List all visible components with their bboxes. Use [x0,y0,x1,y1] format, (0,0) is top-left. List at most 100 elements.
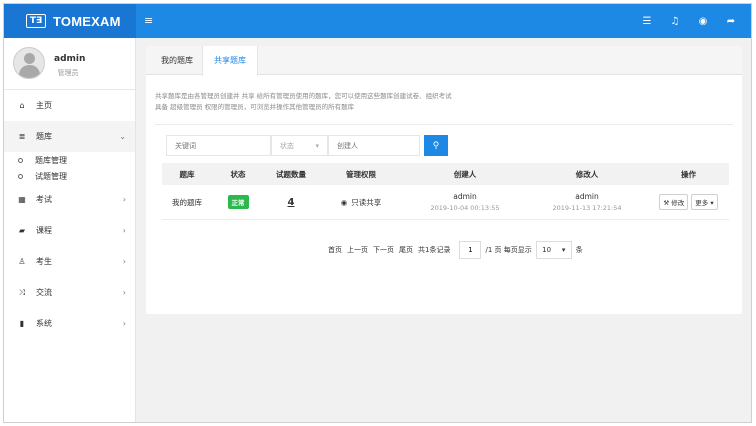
sidebar-item-label: 课程 [36,226,52,235]
pagination: 首页 上一页 下一页 尾页 共1条记录 /1 页 每页显示 10 ▾ 条 [328,240,583,260]
sidebar-subitem-question-manage[interactable]: 试题管理 [4,168,135,184]
list-icon[interactable]: ☰ [641,16,653,27]
created-at: 2019-10-04 00:13:55 [430,204,500,212]
page-size-unit: 条 [575,246,583,254]
tab-shared-banks[interactable]: 共享题库 [202,46,258,76]
shuffle-icon: ⤨ [18,287,26,297]
cell-permission: ◉ 只读共享 [318,185,404,219]
pages-text: /1 页 每页显示 [485,246,532,254]
eye-icon: ◉ [340,197,348,207]
permission: ◉ 只读共享 [341,197,382,208]
modifier-name: admin [575,192,599,201]
cell-modifier: admin 2019-11-13 17:21:54 [526,185,648,219]
permission-label: 只读共享 [351,197,382,207]
user-profile: admin 管理员 [4,38,135,90]
avatar[interactable] [13,47,45,79]
next-page-link[interactable]: 下一页 [373,245,394,255]
chevron-right-icon: › [122,257,126,266]
divider [155,124,733,125]
top-bar: T∃ TOMEXAM ≡ ☰ ♫ ◉ ➦ [4,4,751,38]
table-row: 我的题库 正常 4 ◉ 只读共享 admin 2019-10-04 00:13:… [162,185,729,220]
page-size-select[interactable]: 10 ▾ [535,241,572,259]
search-icon: ⚲ [432,140,440,150]
caret-down-icon: ▾ [315,141,319,150]
sidebar-item-examinee[interactable]: ♙ 考生 › [4,246,135,277]
chevron-right-icon: › [122,319,126,328]
avatar-body [19,65,40,78]
sidebar-item-label: 系统 [36,319,52,328]
cell-actions: ⚒ 修改 更多 ▾ [648,185,729,219]
home-icon: ⌂ [19,101,25,110]
page-size-value: 10 [542,246,552,254]
caret-down-icon: ▾ [710,199,714,207]
sidebar: admin 管理员 ⌂ 主页 ≣ 题库 ⌄ 题库管理 试题管理 ▦ 考试 › ▰… [4,38,136,422]
modified-at: 2019-11-13 17:21:54 [552,204,622,212]
header-status: 状态 [230,169,246,179]
sidebar-item-course[interactable]: ▰ 课程 › [4,215,135,246]
user-name: admin [54,54,86,64]
sidebar-item-label: 考生 [36,257,52,266]
header-permission: 管理权限 [346,169,376,179]
more-button[interactable]: 更多 ▾ [691,194,718,210]
sidebar-subitem-label: 题库管理 [35,155,67,165]
circle-icon [18,157,23,163]
cell-creator: admin 2019-10-04 00:13:55 [404,185,526,219]
search-bar: 状态 ▾ ⚲ [166,135,448,156]
header-actions: 操作 [681,169,696,179]
cell-count: 4 [264,185,318,219]
cell-status: 正常 [212,185,264,219]
sidebar-subitem-bank-manage[interactable]: 题库管理 [4,152,135,168]
user-circle-icon[interactable]: ◉ [697,16,709,27]
book-icon: ▰ [18,226,26,235]
first-page-link[interactable]: 首页 [328,245,342,255]
sidebar-item-question-bank[interactable]: ≣ 题库 ⌄ [4,121,135,152]
header-creator: 创建人 [453,169,477,179]
sidebar-item-label: 题库 [36,132,52,141]
user-role: 管理员 [57,69,79,77]
sidebar-item-exam[interactable]: ▦ 考试 › [4,184,135,215]
header-bank: 题库 [179,169,195,179]
main-panel: 我的题库 共享题库 共享题库是由各管理员创建并 共享 给所有管理员使用的题库，您… [146,46,742,314]
total-records: 共1条记录 [418,246,451,254]
bell-icon[interactable]: ♫ [669,16,681,27]
page-number-input[interactable] [459,241,482,259]
app-frame: T∃ TOMEXAM ≡ ☰ ♫ ◉ ➦ admin 管理员 ⌂ 主页 ≣ 题库 [3,3,752,423]
bars-icon[interactable]: ≡ [144,14,153,27]
cylinder-icon: ▮ [19,319,25,328]
tab-bar: 我的题库 共享题库 [146,46,742,76]
sidebar-item-home[interactable]: ⌂ 主页 [4,90,135,121]
sign-out-icon[interactable]: ➦ [725,16,737,27]
sidebar-item-system[interactable]: ▮ 系统 › [4,308,135,339]
caret-down-icon: ▾ [561,246,566,254]
chevron-right-icon: › [122,288,126,297]
description: 共享题库是由各管理员创建并 共享 给所有管理员使用的题库，您可以使用这些题库创建… [155,91,555,113]
brand[interactable]: T∃ TOMEXAM [4,4,136,38]
sidebar-item-exchange[interactable]: ⤨ 交流 › [4,277,135,308]
status-select-label: 状态 [280,141,294,150]
avatar-head [24,53,35,64]
top-icons: ☰ ♫ ◉ ➦ [641,4,737,38]
edit-button[interactable]: ⚒ 修改 [659,194,689,210]
header-modifier: 修改人 [575,169,599,179]
tab-my-banks[interactable]: 我的题库 [150,46,204,75]
database-icon: ≣ [18,132,26,141]
chevron-right-icon: › [122,195,126,204]
status-select[interactable]: 状态 ▾ [271,135,328,156]
logo-icon: T∃ [26,14,46,28]
cell-bank-name: 我的题库 [172,197,202,207]
header-count: 试题数量 [276,169,306,179]
sidebar-subitem-label: 试题管理 [35,171,67,181]
sidebar-item-label: 交流 [36,288,52,297]
description-line-1: 共享题库是由各管理员创建并 共享 给所有管理员使用的题库，您可以使用这些题库创建… [155,92,452,100]
creator-input[interactable] [328,135,420,156]
wrench-icon: ⚒ [663,199,670,207]
table-header: 题库 状态 试题数量 管理权限 创建人 修改人 操作 [162,163,729,185]
question-count-link[interactable]: 4 [288,197,295,208]
description-line-2: 具备 超级管理员 权限的管理员，可浏览并操作其他管理员的所有题库 [155,103,355,111]
search-button[interactable]: ⚲ [424,135,448,156]
circle-icon [18,173,23,179]
last-page-link[interactable]: 尾页 [399,245,413,255]
keyword-input[interactable] [166,135,271,156]
prev-page-link[interactable]: 上一页 [347,245,368,255]
chevron-right-icon: › [122,226,126,235]
